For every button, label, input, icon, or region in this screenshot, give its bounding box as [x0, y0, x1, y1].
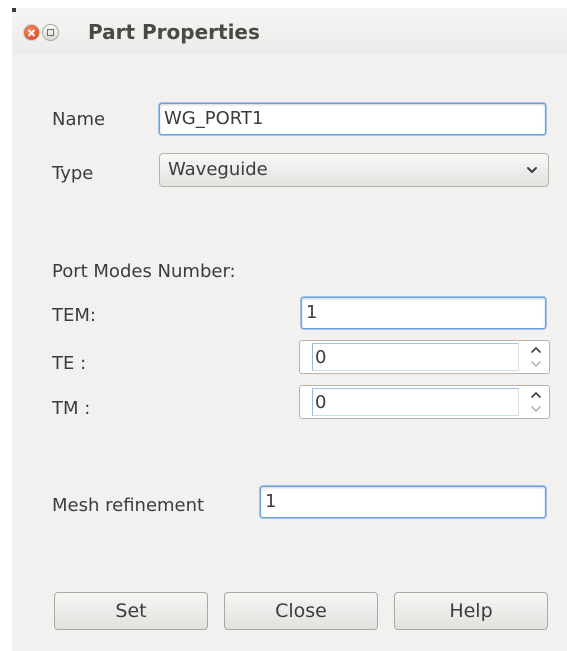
maximize-icon[interactable]: [43, 25, 58, 40]
part-properties-dialog: Part Properties Name WG_PORT1 Type Waveg…: [12, 8, 567, 651]
tm-spin-buttons: [525, 388, 547, 416]
tm-spinbox-value[interactable]: 0: [312, 388, 519, 416]
window-corner: [12, 8, 16, 12]
te-label: TE :: [52, 353, 87, 374]
type-select-value: Waveguide: [168, 159, 268, 180]
te-spin-buttons: [525, 343, 547, 371]
mesh-refinement-field[interactable]: 1: [260, 486, 546, 518]
set-button[interactable]: Set: [54, 592, 208, 630]
close-button[interactable]: Close: [224, 592, 378, 630]
tm-label: TM :: [52, 398, 91, 419]
tm-spinbox[interactable]: 0: [299, 385, 550, 419]
chevron-up-icon[interactable]: [525, 343, 547, 357]
name-label: Name: [52, 109, 106, 130]
help-button[interactable]: Help: [394, 592, 548, 630]
chevron-down-icon[interactable]: [525, 357, 547, 371]
te-spinbox[interactable]: 0: [299, 340, 550, 374]
mesh-refinement-label: Mesh refinement: [52, 495, 205, 516]
te-spinbox-value[interactable]: 0: [312, 343, 519, 371]
chevron-down-icon[interactable]: [525, 402, 547, 416]
chevron-down-icon: [527, 167, 537, 173]
chevron-up-icon[interactable]: [525, 388, 547, 402]
close-icon[interactable]: [24, 25, 39, 40]
port-modes-heading: Port Modes Number:: [52, 261, 236, 282]
type-select[interactable]: Waveguide: [159, 153, 549, 187]
type-label: Type: [52, 163, 94, 184]
tem-field[interactable]: 1: [301, 297, 546, 329]
name-field[interactable]: WG_PORT1: [159, 103, 546, 135]
title-bar[interactable]: Part Properties: [12, 8, 567, 54]
window-title: Part Properties: [88, 20, 260, 44]
tem-label: TEM:: [52, 305, 96, 326]
